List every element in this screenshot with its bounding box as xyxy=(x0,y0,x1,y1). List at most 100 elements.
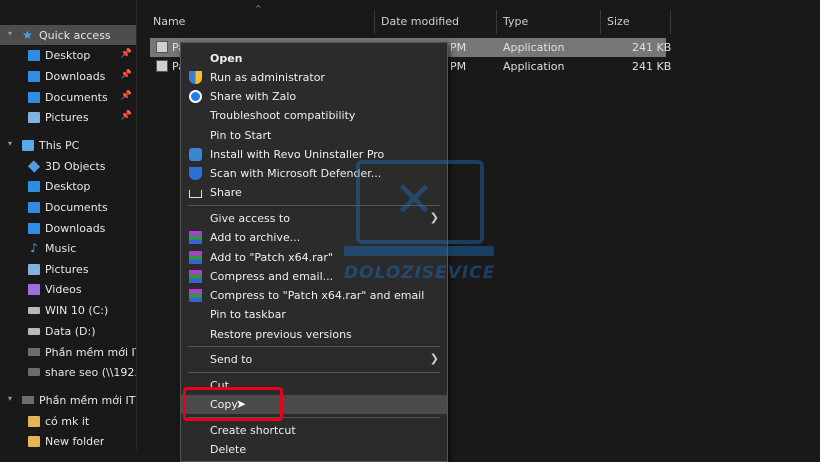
menu-item-open[interactable]: Open xyxy=(181,49,447,68)
nav-music[interactable]: ♪ Music xyxy=(0,238,136,258)
folder-icon xyxy=(28,415,40,427)
menu-item-pin-start[interactable]: Pin to Start xyxy=(181,126,447,145)
nav-this-pc[interactable]: ▾ This PC xyxy=(0,135,136,155)
menu-separator xyxy=(188,346,440,347)
nav-videos[interactable]: Videos xyxy=(0,279,136,299)
winrar-icon xyxy=(189,251,202,264)
menu-label: Give access to xyxy=(210,212,290,225)
network-drive-icon xyxy=(22,396,34,404)
menu-item-pin-taskbar[interactable]: Pin to taskbar xyxy=(181,305,447,324)
nav-label: Data (D:) xyxy=(45,324,96,338)
folder-icon xyxy=(28,435,40,447)
highlight-box xyxy=(183,387,283,421)
nav-folder-new-folder[interactable]: New folder xyxy=(0,431,136,450)
zalo-icon xyxy=(189,90,202,103)
nav-pictures[interactable]: Pictures xyxy=(0,259,136,279)
music-icon: ♪ xyxy=(30,240,38,255)
nav-pictures-pinned[interactable]: Pictures 📌 xyxy=(0,107,136,127)
drive-icon xyxy=(28,306,40,314)
column-name[interactable]: Name xyxy=(147,10,375,34)
watermark-logo: ✕ DOLOZISEVICE xyxy=(344,160,494,290)
nav-network-drive-1[interactable]: Phần mềm mới ITDOL xyxy=(0,342,136,362)
menu-separator xyxy=(188,372,440,373)
menu-label: Pin to Start xyxy=(210,129,272,142)
nav-label: 3D Objects xyxy=(45,159,106,173)
drive-icon xyxy=(28,327,40,335)
nav-label: Downloads xyxy=(45,221,106,235)
file-date: PM xyxy=(450,41,467,54)
column-header-bar: ^ Name Date modified Type Size xyxy=(137,0,820,42)
menu-item-create-shortcut[interactable]: Create shortcut xyxy=(181,421,447,440)
application-icon xyxy=(156,41,168,53)
menu-label: Add to "Patch x64.rar" xyxy=(210,251,333,264)
nav-label: This PC xyxy=(39,138,80,152)
file-size: 241 KB xyxy=(632,60,672,73)
nav-label: Phần mềm mới ITDOL xyxy=(39,393,136,407)
nav-label: Desktop xyxy=(45,48,91,62)
pin-icon: 📌 xyxy=(120,70,132,80)
nav-documents[interactable]: Documents xyxy=(0,197,136,217)
chevron-down-icon[interactable]: ▾ xyxy=(8,139,12,148)
nav-drive-c[interactable]: WIN 10 (C:) xyxy=(0,300,136,320)
winrar-icon xyxy=(189,231,202,244)
nav-label: Desktop xyxy=(45,179,91,193)
menu-label: Open xyxy=(210,52,243,65)
menu-label: Restore previous versions xyxy=(210,328,352,341)
nav-desktop[interactable]: Desktop xyxy=(0,176,136,196)
nav-network-drive-2[interactable]: share seo (\\192.168 xyxy=(0,362,136,382)
star-icon: ★ xyxy=(22,27,33,42)
file-date: PM xyxy=(450,60,467,73)
menu-label: Troubleshoot compatibility xyxy=(210,109,356,122)
nav-desktop-pinned[interactable]: Desktop 📌 xyxy=(0,45,136,65)
nav-label: Phần mềm mới ITDOL xyxy=(45,345,136,359)
nav-network-drive-3[interactable]: ▾ Phần mềm mới ITDOL xyxy=(0,390,136,410)
pictures-icon xyxy=(28,111,40,123)
download-icon xyxy=(28,222,40,234)
uac-shield-icon xyxy=(189,71,202,84)
file-size: 241 KB xyxy=(632,41,672,54)
column-date-modified[interactable]: Date modified xyxy=(375,10,497,34)
menu-item-troubleshoot[interactable]: Troubleshoot compatibility xyxy=(181,106,447,125)
column-type[interactable]: Type xyxy=(497,10,601,34)
defender-icon xyxy=(189,167,202,180)
nav-downloads[interactable]: Downloads xyxy=(0,218,136,238)
menu-label: Add to archive... xyxy=(210,231,301,244)
column-size[interactable]: Size xyxy=(601,10,671,34)
chevron-down-icon[interactable]: ▾ xyxy=(8,394,12,403)
menu-label: Compress and email... xyxy=(210,270,334,283)
documents-icon xyxy=(28,91,40,103)
nav-folder-co-mk-it[interactable]: có mk it xyxy=(0,411,136,431)
nav-quick-access[interactable]: ▾ ★ Quick access xyxy=(0,25,136,45)
share-icon xyxy=(189,190,202,198)
chevron-down-icon[interactable]: ▾ xyxy=(8,29,12,38)
desktop-icon xyxy=(28,180,40,192)
nav-documents-pinned[interactable]: Documents 📌 xyxy=(0,87,136,107)
menu-item-restore-versions[interactable]: Restore previous versions xyxy=(181,325,447,344)
navigation-pane: ▾ ★ Quick access Desktop 📌 Downloads 📌 D… xyxy=(0,0,137,450)
documents-icon xyxy=(28,201,40,213)
menu-item-share-zalo[interactable]: Share with Zalo xyxy=(181,87,447,106)
menu-item-send-to[interactable]: Send to ❯ xyxy=(181,350,447,369)
nav-label: Pictures xyxy=(45,110,89,124)
nav-drive-d[interactable]: Data (D:) xyxy=(0,321,136,341)
nav-downloads-pinned[interactable]: Downloads 📌 xyxy=(0,66,136,86)
nav-3d-objects[interactable]: 3D Objects xyxy=(0,156,136,176)
winrar-icon xyxy=(189,270,202,283)
desktop-icon xyxy=(28,49,40,61)
nav-label: Pictures xyxy=(45,262,89,276)
menu-label: Share xyxy=(210,186,242,199)
menu-label: Pin to taskbar xyxy=(210,308,286,321)
pc-icon xyxy=(22,139,34,151)
menu-label: Compress to "Patch x64.rar" and email xyxy=(210,289,425,302)
menu-label: Run as administrator xyxy=(210,71,325,84)
network-drive-icon xyxy=(28,368,40,376)
nav-label: New folder xyxy=(45,434,105,448)
nav-label: có mk it xyxy=(45,414,90,428)
mouse-cursor-icon: ➤ xyxy=(236,397,247,411)
nav-label: Quick access xyxy=(39,28,111,42)
watermark-text: DOLOZISEVICE xyxy=(344,263,496,283)
network-drive-icon xyxy=(28,348,40,356)
menu-item-run-as-admin[interactable]: Run as administrator xyxy=(181,68,447,87)
cube-icon xyxy=(27,159,41,173)
pin-icon: 📌 xyxy=(120,111,132,121)
